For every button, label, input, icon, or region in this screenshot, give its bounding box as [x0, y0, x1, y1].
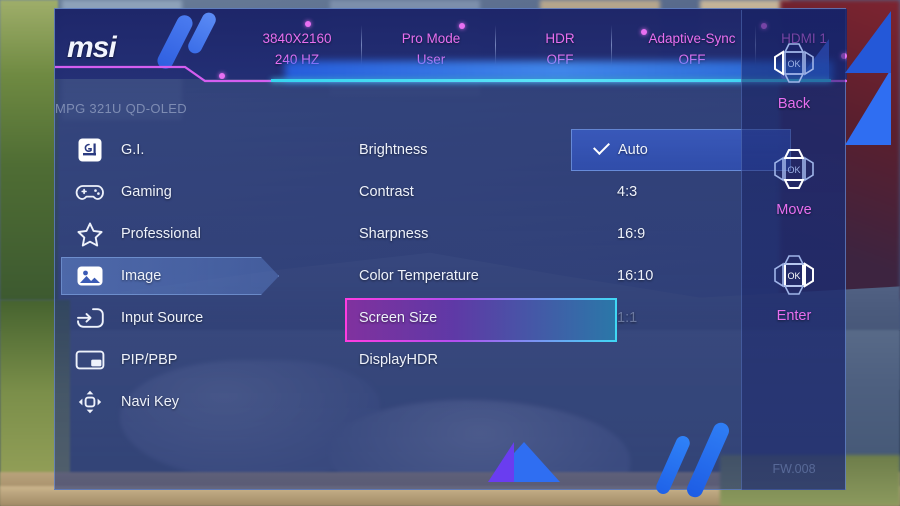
decorative-triangle [488, 442, 514, 482]
navi-key-icon [73, 385, 107, 419]
pip-pbp-icon [73, 343, 107, 377]
navi-right-ok-icon: OK [760, 248, 828, 302]
sidebar-item-label: Image [121, 268, 162, 284]
sidebar-item-label: Input Source [121, 310, 204, 326]
firmware-version: FW.008 [772, 462, 816, 476]
svg-text:OK: OK [787, 271, 800, 281]
star-icon [73, 217, 107, 251]
sidebar-item-image[interactable]: Image [55, 255, 303, 297]
sidebar-item-pip-pbp[interactable]: PIP/PBP [55, 339, 303, 381]
model-name: MPG 321U QD-OLED [55, 101, 187, 116]
submenu-item-label: DisplayHDR [359, 352, 438, 368]
msi-logo: msi [67, 31, 117, 64]
sidebar-item-gaming[interactable]: Gaming [55, 171, 303, 213]
value-item-label: 4:3 [617, 184, 638, 200]
nav-hint-label: Back [777, 96, 811, 112]
nav-hint-move[interactable]: OK Move [742, 142, 846, 218]
nav-hint-back[interactable]: OK Back [742, 36, 846, 112]
sidebar-item-label: G.I. [121, 142, 145, 158]
value-item-label: 1:1 [617, 310, 638, 326]
sidebar-item-label: Gaming [121, 184, 172, 200]
submenu-item-label: Brightness [359, 142, 428, 158]
gaming-intelligence-icon [73, 133, 107, 167]
osd-nav-hints: OK Back OK Move OK Enter FW.008 [741, 10, 845, 490]
sidebar-item-professional[interactable]: Professional [55, 213, 303, 255]
sidebar-item-gi[interactable]: G.I. [55, 129, 303, 171]
decorative-triangle [845, 11, 891, 73]
submenu-item-label: Screen Size [359, 310, 438, 326]
input-arrow-icon [73, 301, 107, 335]
submenu-item-label: Contrast [359, 184, 414, 200]
navi-left-icon: OK [760, 36, 828, 90]
submenu-item-label: Sharpness [359, 226, 429, 242]
gamepad-icon [73, 175, 107, 209]
sidebar-item-label: Professional [121, 226, 201, 242]
submenu-item-displayhdr[interactable]: DisplayHDR [303, 339, 619, 381]
navi-updown-icon: OK [760, 142, 828, 196]
nav-hint-label: Move [776, 202, 812, 218]
decorative-triangle [845, 69, 891, 145]
nav-hint-enter[interactable]: OK Enter [742, 248, 846, 324]
osd-panel: msi 3840X2160 240 HZ Pro Mode User HDR O… [54, 8, 891, 490]
check-icon [593, 138, 610, 155]
sidebar-item-input-source[interactable]: Input Source [55, 297, 303, 339]
value-item-label: Auto [618, 142, 648, 158]
svg-text:OK: OK [787, 59, 800, 69]
value-item-label: 16:9 [617, 226, 646, 242]
sidebar-item-navi-key[interactable]: Navi Key [55, 381, 303, 423]
value-item-label: 16:10 [617, 268, 654, 284]
sidebar-item-label: PIP/PBP [121, 352, 178, 368]
svg-text:OK: OK [787, 165, 800, 175]
sidebar-item-label: Navi Key [121, 394, 180, 410]
submenu-item-label: Color Temperature [359, 268, 479, 284]
osd-sidebar: G.I. Gaming Professional Image Input Sou… [55, 129, 303, 423]
nav-hint-label: Enter [776, 308, 812, 324]
image-icon [73, 259, 107, 293]
